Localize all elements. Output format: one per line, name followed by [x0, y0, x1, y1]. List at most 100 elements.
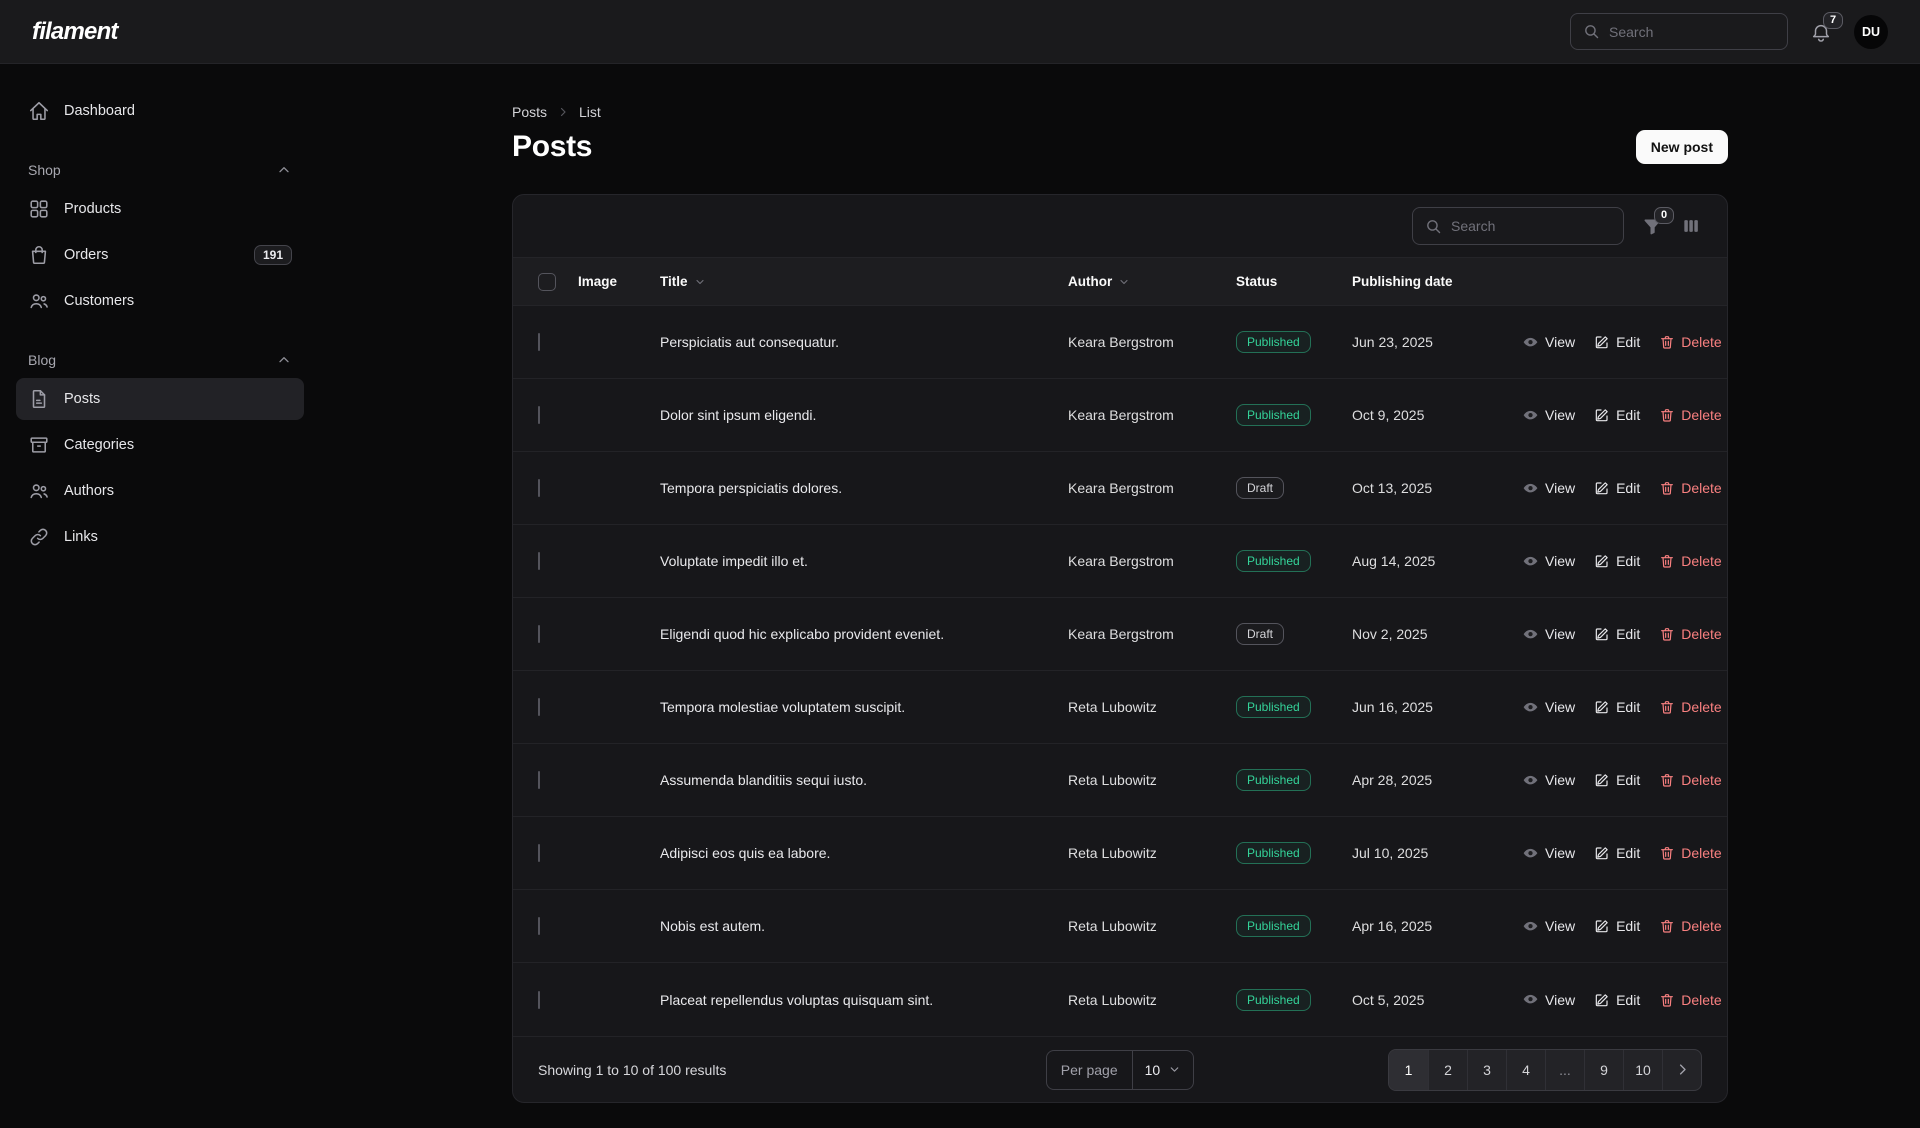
results-summary: Showing 1 to 10 of 100 results [538, 1062, 1046, 1078]
toggle-columns-button[interactable] [1681, 216, 1701, 236]
sidebar-item-label: Links [64, 529, 98, 545]
table-search-input[interactable] [1451, 218, 1611, 234]
delete-action[interactable]: Delete [1659, 480, 1721, 496]
page-button-9[interactable]: 9 [1584, 1050, 1623, 1090]
row-checkbox[interactable] [538, 698, 540, 716]
global-search[interactable] [1570, 13, 1788, 50]
sidebar-item-label: Orders [64, 247, 108, 263]
row-checkbox[interactable] [538, 917, 540, 935]
filter-button[interactable]: 0 [1642, 216, 1663, 237]
delete-action[interactable]: Delete [1659, 553, 1721, 569]
sidebar-item-products[interactable]: Products [16, 188, 304, 230]
select-all-checkbox[interactable] [538, 273, 556, 291]
chevron-up-icon[interactable] [276, 352, 292, 368]
chevron-down-icon [1118, 276, 1130, 288]
view-action[interactable]: View [1522, 626, 1575, 643]
edit-action[interactable]: Edit [1594, 992, 1640, 1008]
row-checkbox[interactable] [538, 333, 540, 351]
edit-action[interactable]: Edit [1594, 699, 1640, 715]
page-button-4[interactable]: 4 [1506, 1050, 1545, 1090]
per-page-select[interactable]: 10 [1133, 1051, 1194, 1089]
post-author: Keara Bergstrom [1068, 407, 1236, 423]
pencil-square-icon [1594, 334, 1610, 350]
table-row: Tempora perspiciatis dolores. Keara Berg… [513, 452, 1727, 525]
view-action[interactable]: View [1522, 553, 1575, 570]
view-action[interactable]: View [1522, 699, 1575, 716]
view-action[interactable]: View [1522, 480, 1575, 497]
pencil-square-icon [1594, 699, 1610, 715]
edit-action[interactable]: Edit [1594, 772, 1640, 788]
view-action[interactable]: View [1522, 772, 1575, 789]
notifications-button[interactable]: 7 [1810, 21, 1832, 43]
row-checkbox[interactable] [538, 406, 540, 424]
row-checkbox[interactable] [538, 844, 540, 862]
publishing-date: Oct 5, 2025 [1352, 992, 1522, 1008]
table-row: Perspiciatis aut consequatur. Keara Berg… [513, 306, 1727, 379]
sidebar-item-authors[interactable]: Authors [16, 470, 304, 512]
global-search-input[interactable] [1609, 24, 1775, 40]
page-button-2[interactable]: 2 [1428, 1050, 1467, 1090]
delete-action[interactable]: Delete [1659, 699, 1721, 715]
sidebar-item-links[interactable]: Links [16, 516, 304, 558]
view-action[interactable]: View [1522, 845, 1575, 862]
post-title: Perspiciatis aut consequatur. [660, 334, 1068, 350]
edit-action[interactable]: Edit [1594, 918, 1640, 934]
next-page-button[interactable] [1662, 1050, 1701, 1090]
post-title: Dolor sint ipsum eligendi. [660, 407, 1068, 423]
sidebar-item-dashboard[interactable]: Dashboard [16, 90, 304, 132]
breadcrumb-posts[interactable]: Posts [512, 104, 547, 120]
post-title: Tempora perspiciatis dolores. [660, 480, 1068, 496]
status-badge: Published [1236, 769, 1311, 791]
row-checkbox[interactable] [538, 771, 540, 789]
breadcrumb-list: List [579, 104, 601, 120]
delete-action[interactable]: Delete [1659, 918, 1721, 934]
page-button-3[interactable]: 3 [1467, 1050, 1506, 1090]
edit-action[interactable]: Edit [1594, 480, 1640, 496]
eye-icon [1522, 407, 1539, 424]
post-author: Keara Bergstrom [1068, 626, 1236, 642]
delete-action[interactable]: Delete [1659, 626, 1721, 642]
delete-action[interactable]: Delete [1659, 334, 1721, 350]
page-button-1[interactable]: 1 [1389, 1050, 1428, 1090]
new-post-button[interactable]: New post [1636, 130, 1728, 164]
delete-action[interactable]: Delete [1659, 407, 1721, 423]
sidebar-item-posts[interactable]: Posts [16, 378, 304, 420]
pencil-square-icon [1594, 772, 1610, 788]
view-action[interactable]: View [1522, 334, 1575, 351]
pagination-ellipsis: ... [1545, 1050, 1584, 1090]
table-row: Assumenda blanditiis sequi iusto. Reta L… [513, 744, 1727, 817]
delete-action[interactable]: Delete [1659, 772, 1721, 788]
eye-icon [1522, 334, 1539, 351]
row-checkbox[interactable] [538, 552, 540, 570]
edit-action[interactable]: Edit [1594, 407, 1640, 423]
chevron-up-icon[interactable] [276, 162, 292, 178]
sidebar-item-categories[interactable]: Categories [16, 424, 304, 466]
edit-action[interactable]: Edit [1594, 334, 1640, 350]
trash-icon [1659, 699, 1675, 715]
column-header-title[interactable]: Title [660, 274, 1068, 289]
view-action[interactable]: View [1522, 918, 1575, 935]
trash-icon [1659, 918, 1675, 934]
avatar[interactable]: DU [1854, 15, 1888, 49]
row-checkbox[interactable] [538, 625, 540, 643]
row-checkbox[interactable] [538, 991, 540, 1009]
posts-table-card: 0 Image Title [512, 194, 1728, 1103]
topbar: filament 7 DU [0, 0, 1920, 64]
publishing-date: Apr 28, 2025 [1352, 772, 1522, 788]
publishing-date: Jun 16, 2025 [1352, 699, 1522, 715]
view-action[interactable]: View [1522, 407, 1575, 424]
page-button-10[interactable]: 10 [1623, 1050, 1662, 1090]
view-action[interactable]: View [1522, 991, 1575, 1008]
delete-action[interactable]: Delete [1659, 845, 1721, 861]
edit-action[interactable]: Edit [1594, 626, 1640, 642]
publishing-date: Jul 10, 2025 [1352, 845, 1522, 861]
edit-action[interactable]: Edit [1594, 845, 1640, 861]
row-checkbox[interactable] [538, 479, 540, 497]
column-header-author[interactable]: Author [1068, 274, 1236, 289]
sidebar-item-orders[interactable]: Orders 191 [16, 234, 304, 276]
sidebar-item-customers[interactable]: Customers [16, 280, 304, 322]
eye-icon [1522, 845, 1539, 862]
edit-action[interactable]: Edit [1594, 553, 1640, 569]
table-search[interactable] [1412, 207, 1624, 245]
delete-action[interactable]: Delete [1659, 992, 1721, 1008]
